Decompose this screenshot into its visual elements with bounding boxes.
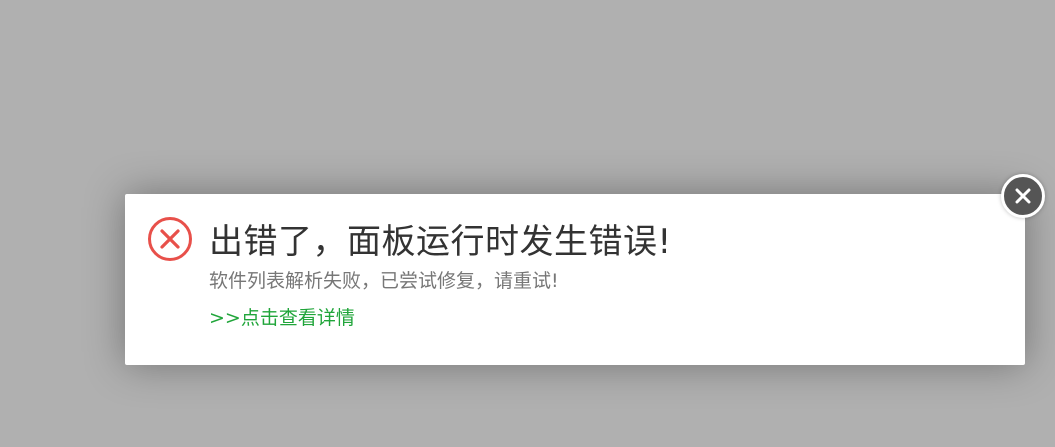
error-message: 软件列表解析失败，已尝试修复，请重试! [209,270,559,292]
error-circle-x-icon [147,216,193,262]
error-title: 出错了，面板运行时发生错误! [209,222,672,262]
error-dialog: 出错了，面板运行时发生错误! 软件列表解析失败，已尝试修复，请重试! >>点击查… [125,194,1025,365]
view-details-link[interactable]: >>点击查看详情 [209,305,355,331]
close-button[interactable] [1001,174,1045,218]
